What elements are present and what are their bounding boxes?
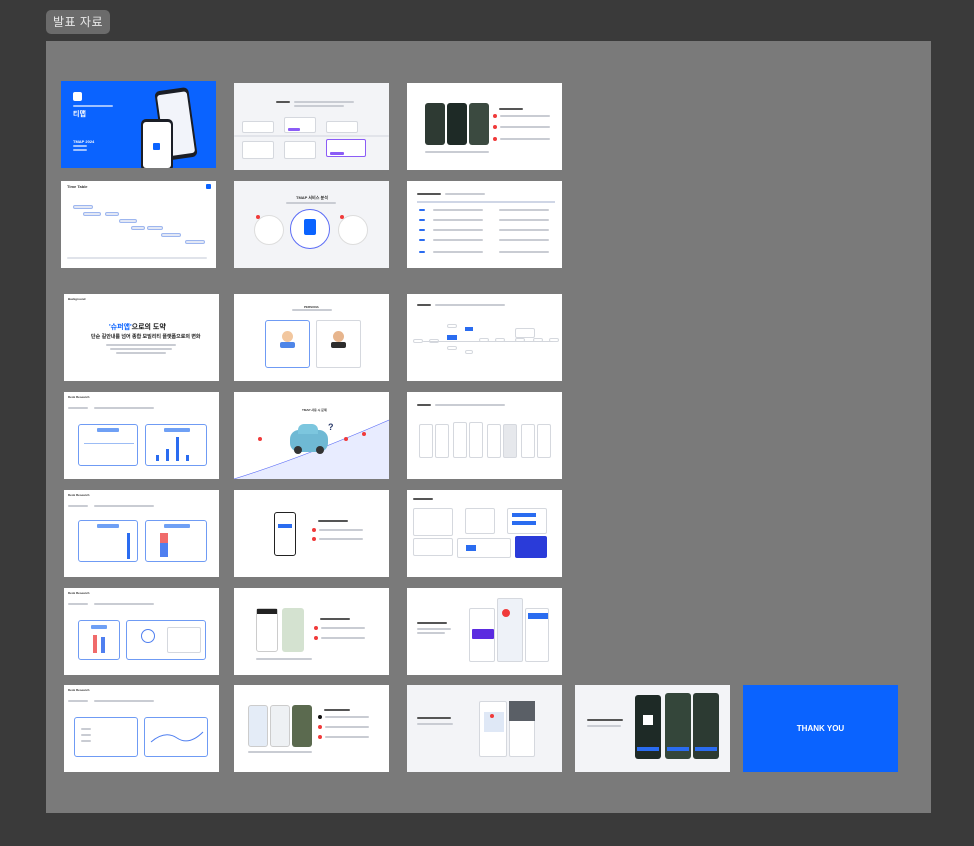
slide-2[interactable] [234,83,389,170]
slide-15-components[interactable] [407,490,562,577]
slide-17[interactable] [234,588,389,675]
tmap-logo-icon [206,184,211,189]
slide-3[interactable] [407,83,562,170]
slide-14[interactable] [234,490,389,577]
slide-11-problem[interactable]: TMAP 사용 시 문제 ? [234,392,389,479]
tmap-logo-icon [304,219,316,235]
slide-7-background[interactable]: Background '슈퍼앱'으로의 도약 단순 길안내를 넘어 종합 모빌리… [64,294,219,381]
presentation-frame[interactable]: 티맵 TMAP 2024 Time Table TMAP 서비스 분석 Back… [46,41,931,813]
slide-16-desk-research[interactable]: Desk Research [64,588,219,675]
question-mark-icon: ? [328,422,334,432]
slide-13-desk-research[interactable]: Desk Research [64,490,219,577]
slide-tag: Background [68,297,86,301]
slide-heading: '슈퍼앱'으로의 도약 [109,324,166,331]
frame-label[interactable]: 발표 자료 [46,10,110,34]
slide-tag: Desk Research [68,395,90,399]
slide-23-thank-you[interactable]: THANK YOU [743,685,898,772]
slide-6[interactable] [407,181,562,268]
slide-20[interactable] [234,685,389,772]
slide-title: TMAP 서비스 분석 [296,195,328,200]
slide-subtitle: 단순 길안내를 넘어 종합 모빌리티 플랫폼으로의 변화 [91,334,201,340]
slide-tag: Desk Research [68,688,90,692]
thank-you-label: THANK YOU [796,724,845,733]
slide-8-persona[interactable]: PERSONA [234,294,389,381]
slide-4-timetable[interactable]: Time Table [61,181,216,268]
slide-tag: Desk Research [68,493,90,497]
cover-caption: TMAP 2024 [73,139,95,144]
slide-title: Time Table [67,184,88,189]
slide-21[interactable] [407,685,562,772]
slide-5[interactable]: TMAP 서비스 분석 [234,181,389,268]
tmap-logo-icon [73,92,82,101]
slide-19-desk-research[interactable]: Desk Research [64,685,219,772]
app-name: 티맵 [73,111,86,118]
slide-18[interactable] [407,588,562,675]
slide-12-wireframes[interactable] [407,392,562,479]
slide-9-flow[interactable] [407,294,562,381]
phone-mockup-front [141,119,173,168]
car-illustration [290,424,328,454]
slide-22[interactable] [575,685,730,772]
slide-tag: Desk Research [68,591,90,595]
slide-10-desk-research[interactable]: Desk Research [64,392,219,479]
slide-1-cover[interactable]: 티맵 TMAP 2024 [61,81,216,168]
